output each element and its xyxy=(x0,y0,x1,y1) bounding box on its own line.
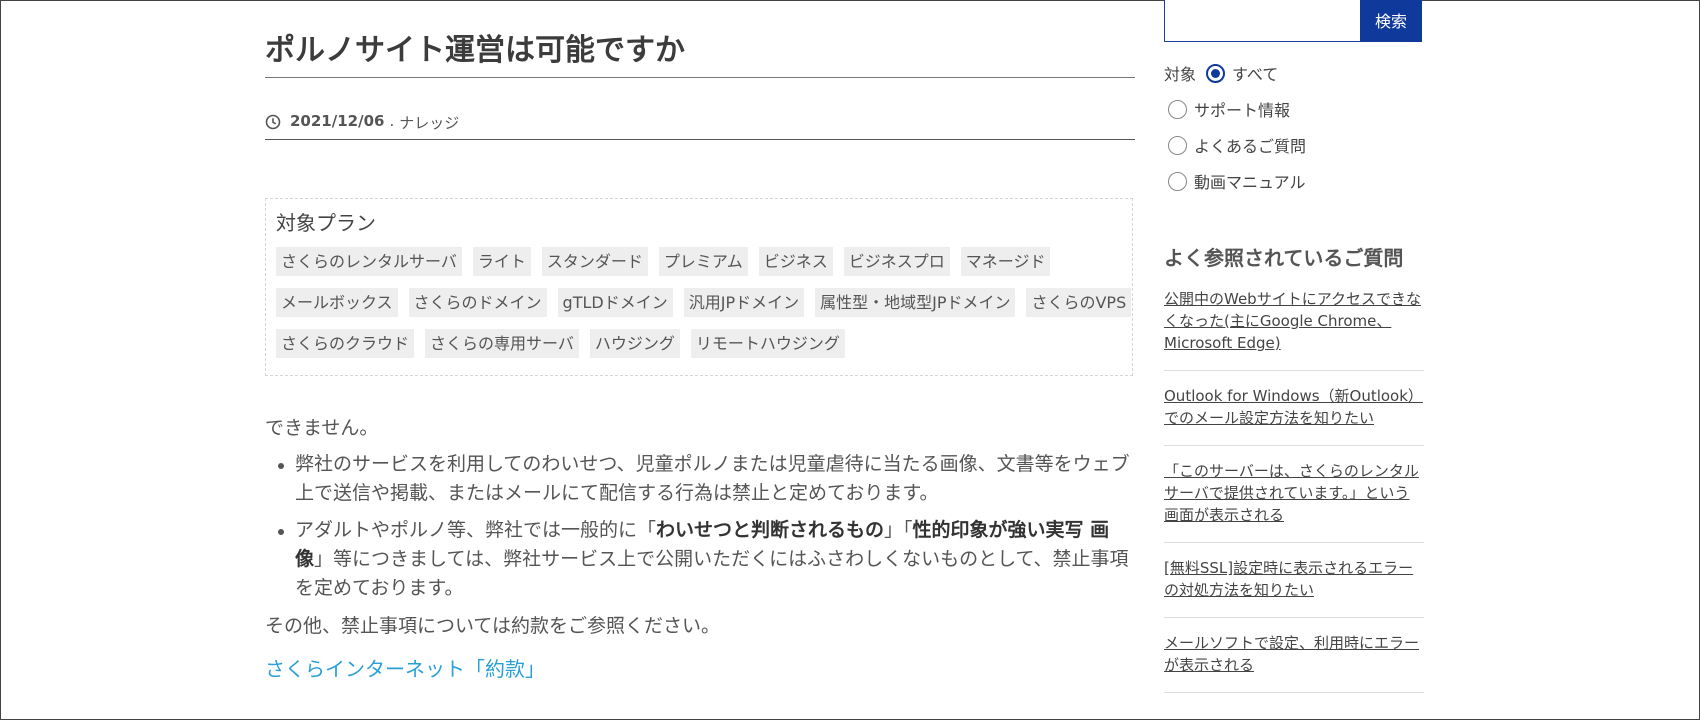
answer-bullet: アダルトやポルノ等、弊社では一般的に「わいせつと判断されるもの」「性的印象が強い… xyxy=(278,516,1135,603)
radio-label: サポート情報 xyxy=(1194,101,1291,120)
plan-tag-row: さくらのレンタルサーバ ライト スタンダード プレミアム ビジネス ビジネスプロ… xyxy=(276,247,1122,276)
answer-list: 弊社のサービスを利用してのわいせつ、児童ポルノまたは児童虐待に当たる画像、文書等… xyxy=(265,450,1135,603)
faq-list-item: メールソフトで設定、利用時にエラーが表示される xyxy=(1164,630,1424,693)
article-meta: 2021/12/06 . ナレッジ xyxy=(265,112,1135,140)
plan-tag[interactable]: さくらのドメイン xyxy=(408,288,547,317)
faq-list-item: Outlook for Windows（新Outlook）でのメール設定方法を知… xyxy=(1164,383,1424,446)
faq-link[interactable]: 「このサーバーは、さくらのレンタルサーバで提供されています。」という画面が表示さ… xyxy=(1164,460,1424,526)
radio-label: よくあるご質問 xyxy=(1194,137,1307,156)
faq-list-item: 公開中のWebサイトにアクセスできなくなった(主にGoogle Chrome、M… xyxy=(1164,286,1424,371)
plan-tag[interactable]: さくらのVPS xyxy=(1026,288,1132,317)
faq-link[interactable]: 公開中のWebサイトにアクセスできなくなった(主にGoogle Chrome、M… xyxy=(1164,288,1424,354)
search-button[interactable]: 検索 xyxy=(1360,0,1422,42)
plan-tag[interactable]: メールボックス xyxy=(276,288,398,317)
plan-tag[interactable]: さくらの専用サーバ xyxy=(425,329,579,358)
search-target-label: 対象 xyxy=(1164,65,1197,84)
target-plans-box: 対象プラン さくらのレンタルサーバ ライト スタンダード プレミアム ビジネス … xyxy=(265,198,1133,376)
search-form: 検索 xyxy=(1164,0,1422,44)
answer-note: その他、禁止事項については約款をご参照ください。 xyxy=(265,615,721,637)
radio-button[interactable] xyxy=(1168,135,1187,155)
answer-bullet: 弊社のサービスを利用してのわいせつ、児童ポルノまたは児童虐待に当たる画像、文書等… xyxy=(278,450,1135,508)
answer-bullet-text: 」「 xyxy=(884,519,913,541)
faq-list-item: 「このサーバーは、さくらのレンタルサーバで提供されています。」という画面が表示さ… xyxy=(1164,458,1424,543)
answer-bullet-text: アダルトやポルノ等、弊社では一般的に「 xyxy=(295,519,657,541)
plan-tag[interactable]: 汎用JPドメイン xyxy=(683,288,805,317)
radio-option-video[interactable]: 動画マニュアル xyxy=(1164,163,1424,199)
search-target-group: 対象 すべて サポート情報 よくあるご質問 動画マニュアル xyxy=(1164,55,1424,199)
faq-link[interactable]: [無料SSL]設定時に表示されるエラーの対処方法を知りたい xyxy=(1164,557,1424,601)
popular-faq-title: よく参照されているご質問 xyxy=(1164,246,1404,270)
faq-list-item: [無料SSL]設定時に表示されるエラーの対処方法を知りたい xyxy=(1164,555,1424,618)
emphasis-text: わいせつと判断されるもの xyxy=(656,519,885,541)
plan-tag[interactable]: 属性型・地域型JPドメイン xyxy=(815,288,1016,317)
radio-option-faq[interactable]: よくあるご質問 xyxy=(1164,127,1424,163)
clock-icon xyxy=(265,114,281,130)
plan-tag[interactable]: さくらのクラウド xyxy=(276,329,415,358)
plan-tag[interactable]: ライト xyxy=(472,247,531,276)
plan-tag[interactable]: マネージド xyxy=(960,247,1051,276)
search-input[interactable] xyxy=(1164,0,1360,42)
plan-tag[interactable]: リモートハウジング xyxy=(690,329,845,358)
terms-link[interactable]: さくらインターネット「約款」 xyxy=(265,657,545,681)
plan-tag[interactable]: さくらのレンタルサーバ xyxy=(276,247,462,276)
faq-link[interactable]: メールソフトで設定、利用時にエラーが表示される xyxy=(1164,632,1424,676)
plan-tag[interactable]: プレミアム xyxy=(658,247,748,276)
faq-link[interactable]: Outlook for Windows（新Outlook）でのメール設定方法を知… xyxy=(1164,385,1424,429)
plan-tag[interactable]: ビジネス xyxy=(758,247,833,276)
category-label: ナレッジ xyxy=(399,114,460,132)
plan-tag[interactable]: ビジネスプロ xyxy=(843,247,950,276)
popular-faq-list: 公開中のWebサイトにアクセスできなくなった(主にGoogle Chrome、M… xyxy=(1164,286,1424,705)
radio-option-all[interactable]: 対象 すべて xyxy=(1164,55,1424,91)
radio-button[interactable] xyxy=(1168,171,1187,191)
radio-label: 動画マニュアル xyxy=(1194,173,1306,192)
post-date: 2021/12/06 xyxy=(290,112,385,130)
plan-tag-row: メールボックス さくらのドメイン gTLDドメイン 汎用JPドメイン 属性型・地… xyxy=(276,288,1132,317)
target-plans-label: 対象プラン xyxy=(276,211,376,235)
answer-bullet-text: 」等につきましては、弊社サービス上で公開いただくにはふさわしくないものとして、禁… xyxy=(295,548,1129,599)
answer-bullet-text: 弊社のサービスを利用してのわいせつ、児童ポルノまたは児童虐待に当たる画像、文書等… xyxy=(295,453,1130,504)
plan-tag[interactable]: gTLDドメイン xyxy=(557,288,673,317)
answer-body: できません。 弊社のサービスを利用してのわいせつ、児童ポルノまたは児童虐待に当た… xyxy=(265,412,1135,683)
page-title: ポルノサイト運営は可能ですか xyxy=(265,28,1135,78)
plan-tag[interactable]: スタンダード xyxy=(541,247,648,276)
plan-tag-row: さくらのクラウド さくらの専用サーバ ハウジング リモートハウジング xyxy=(276,329,1122,358)
answer-lead: できません。 xyxy=(265,417,379,439)
radio-option-support[interactable]: サポート情報 xyxy=(1164,91,1424,127)
radio-label: すべて xyxy=(1232,65,1279,84)
radio-button[interactable] xyxy=(1168,99,1187,119)
meta-separator: . xyxy=(389,112,395,130)
radio-button-selected[interactable] xyxy=(1206,63,1226,83)
plan-tag[interactable]: ハウジング xyxy=(589,329,680,358)
